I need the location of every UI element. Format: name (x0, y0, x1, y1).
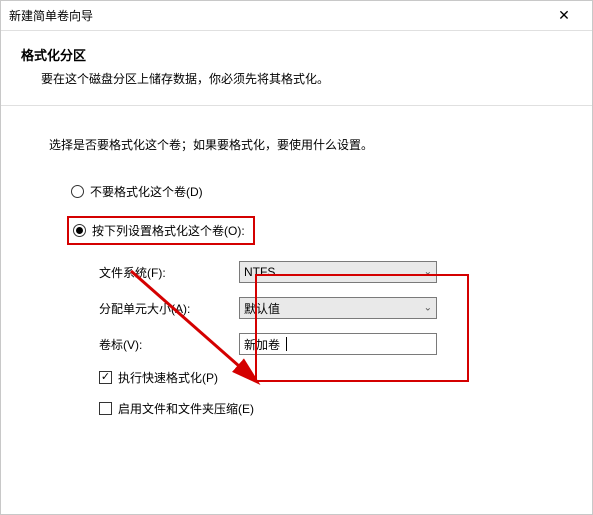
checkbox-icon (99, 402, 112, 415)
radio-no-format-label: 不要格式化这个卷(D) (90, 183, 203, 200)
window-title: 新建简单卷向导 (9, 7, 544, 24)
checkbox-icon (99, 371, 112, 384)
compress-row[interactable]: 启用文件和文件夹压缩(E) (49, 400, 552, 417)
annotation-box (255, 274, 469, 382)
volume-label-value: 新加卷 (244, 336, 280, 353)
compress-label: 启用文件和文件夹压缩(E) (118, 400, 254, 417)
allocation-select[interactable]: 默认值 ⌄ (239, 297, 437, 319)
filesystem-value: NTFS (244, 265, 275, 279)
volume-label-input[interactable]: 新加卷 (239, 333, 437, 355)
wizard-header: 格式化分区 要在这个磁盘分区上储存数据，你必须先将其格式化。 (1, 31, 592, 105)
allocation-value: 默认值 (244, 300, 280, 317)
radio-format-row[interactable]: 按下列设置格式化这个卷(O): (67, 216, 255, 245)
quick-format-row[interactable]: 执行快速格式化(P) (49, 369, 552, 386)
intro-text: 选择是否要格式化这个卷；如果要格式化，要使用什么设置。 (49, 136, 552, 153)
filesystem-label: 文件系统(F): (99, 264, 239, 281)
text-caret (286, 337, 287, 351)
chevron-down-icon: ⌄ (424, 267, 432, 278)
page-subtitle: 要在这个磁盘分区上储存数据，你必须先将其格式化。 (21, 70, 572, 87)
radio-icon (73, 224, 86, 237)
volume-label-label: 卷标(V): (99, 336, 239, 353)
quick-format-label: 执行快速格式化(P) (118, 369, 218, 386)
page-title: 格式化分区 (21, 45, 572, 64)
chevron-down-icon: ⌄ (424, 303, 432, 314)
radio-format-label: 按下列设置格式化这个卷(O): (92, 222, 245, 239)
radio-no-format-row[interactable]: 不要格式化这个卷(D) (49, 183, 552, 200)
allocation-row: 分配单元大小(A): 默认值 ⌄ (49, 297, 552, 319)
allocation-label: 分配单元大小(A): (99, 300, 239, 317)
close-button[interactable]: ✕ (544, 2, 584, 30)
filesystem-row: 文件系统(F): NTFS ⌄ (49, 261, 552, 283)
filesystem-select[interactable]: NTFS ⌄ (239, 261, 437, 283)
close-icon: ✕ (558, 7, 570, 24)
wizard-dialog: 新建简单卷向导 ✕ 格式化分区 要在这个磁盘分区上储存数据，你必须先将其格式化。… (0, 0, 593, 515)
titlebar: 新建简单卷向导 ✕ (1, 1, 592, 31)
volume-label-row: 卷标(V): 新加卷 (49, 333, 552, 355)
content-area: 选择是否要格式化这个卷；如果要格式化，要使用什么设置。 不要格式化这个卷(D) … (1, 106, 592, 451)
radio-icon (71, 185, 84, 198)
